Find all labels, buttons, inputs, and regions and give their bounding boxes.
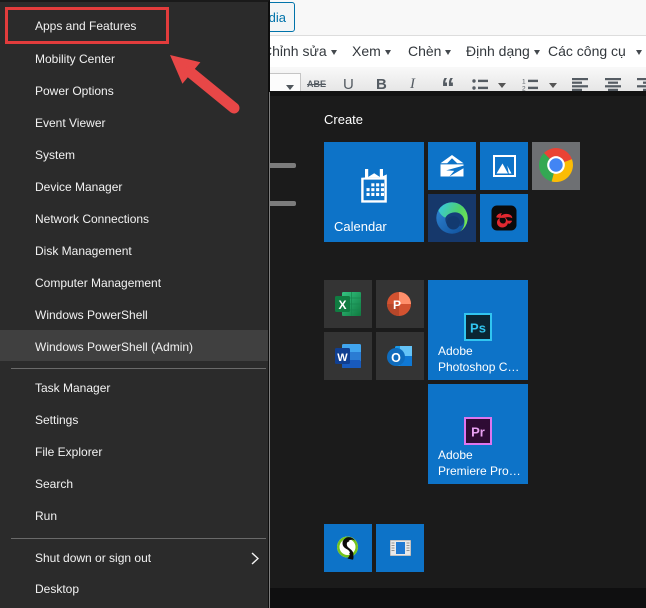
svg-text:O: O [391, 351, 401, 365]
svg-text:P: P [393, 298, 401, 312]
svg-text:Pr: Pr [471, 424, 485, 439]
svg-text:W: W [337, 352, 348, 364]
svg-text:X: X [338, 298, 346, 312]
svg-text:1: 1 [522, 79, 526, 86]
svg-text:Ps: Ps [470, 320, 486, 335]
